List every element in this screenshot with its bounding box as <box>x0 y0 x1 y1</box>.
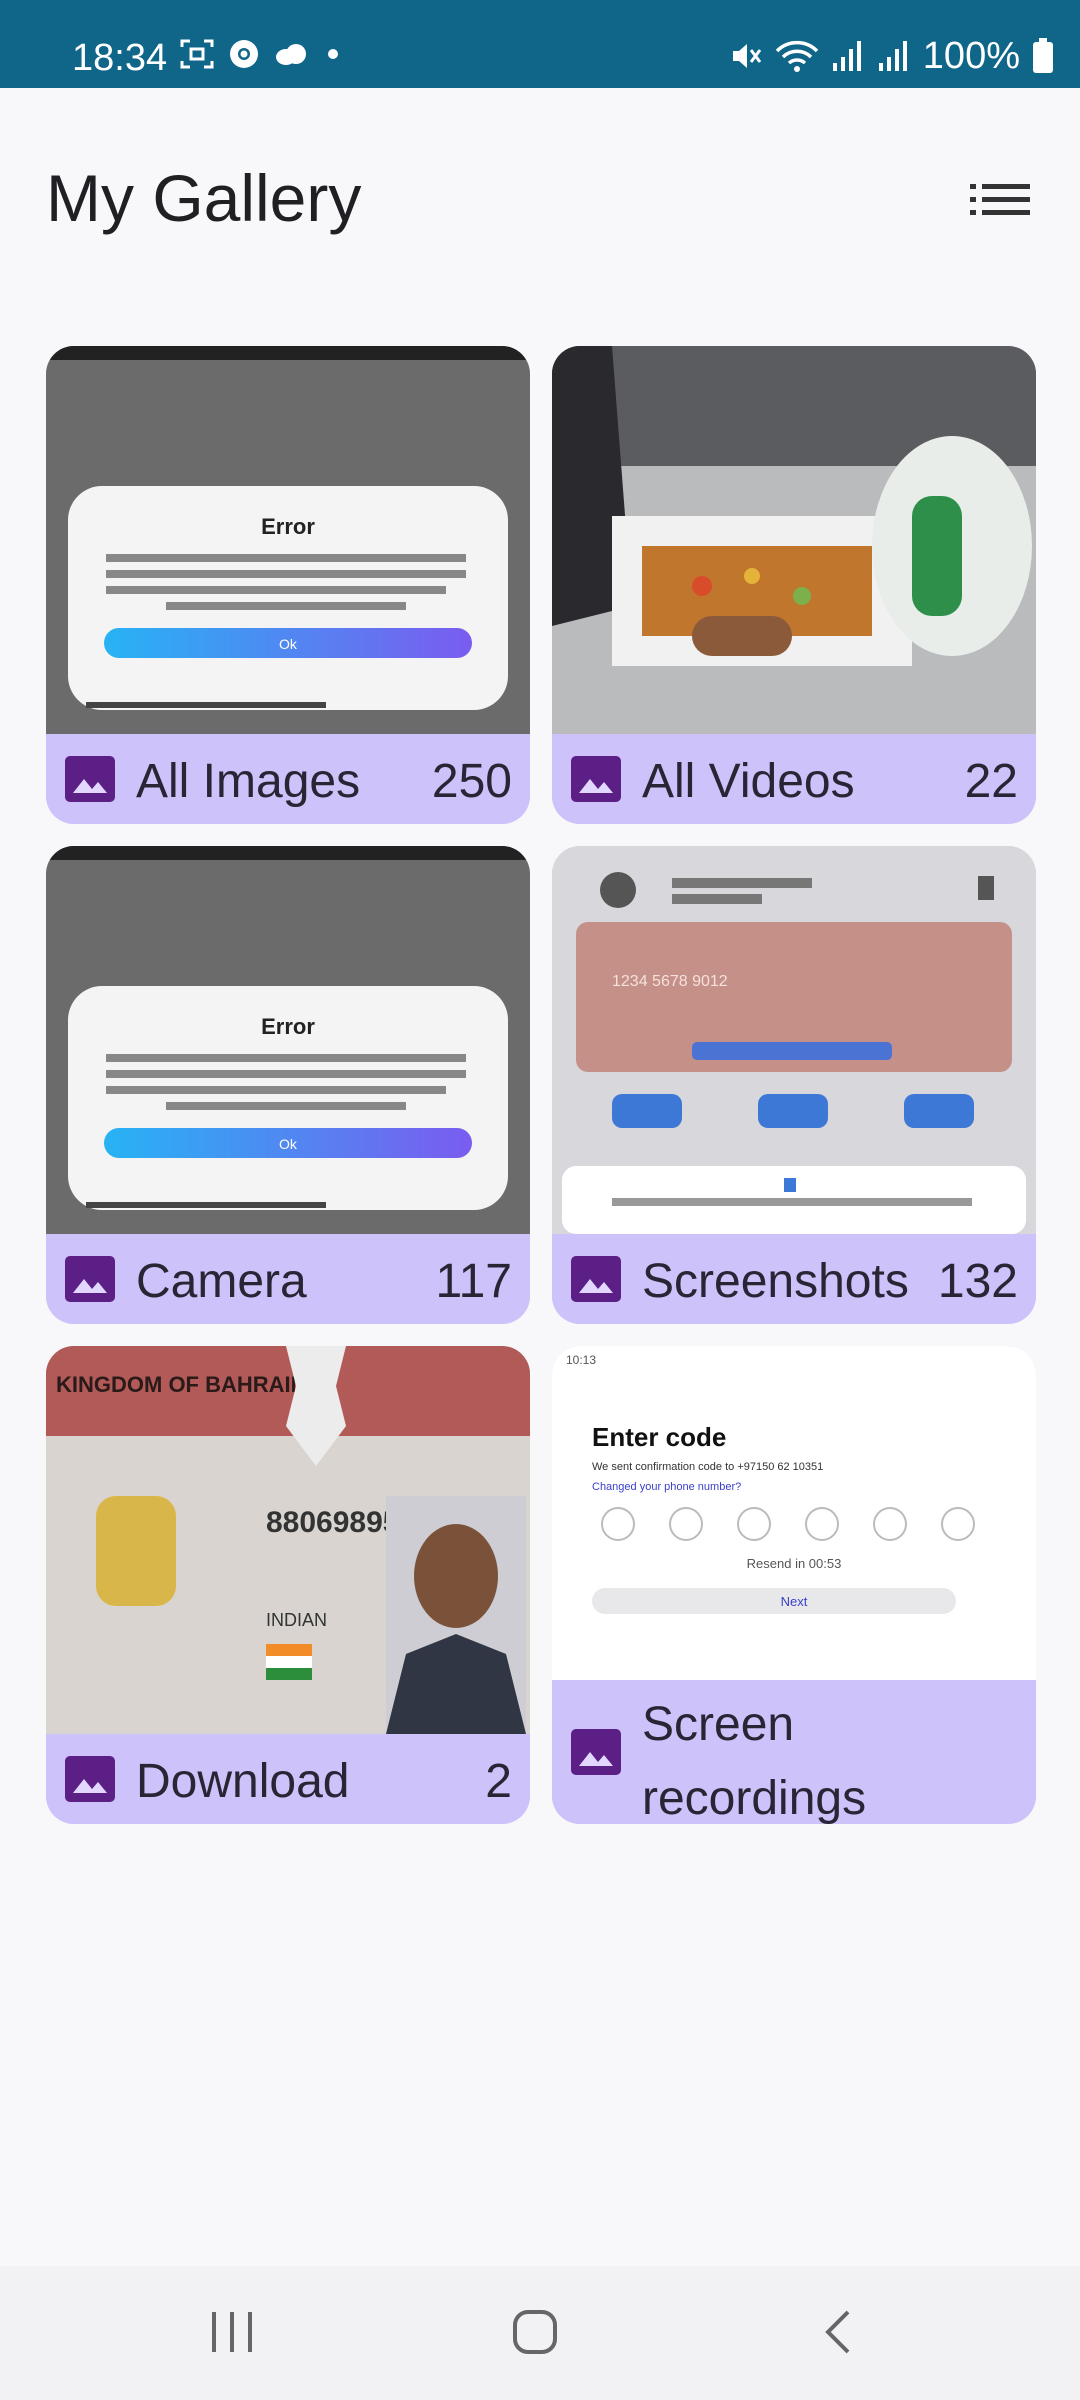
album-card-screen-recordings[interactable]: 10:13 Enter code We sent confirmation co… <box>552 1346 1036 1824</box>
error-dialog-button: Ok <box>279 1136 298 1152</box>
album-card-all-images[interactable]: Error Ok All Images 250 <box>46 346 530 824</box>
album-card-download[interactable]: KINGDOM OF BAHRAIN 880698950 INDIAN Down… <box>46 1346 530 1824</box>
album-name: Camera <box>136 1255 307 1308</box>
album-name: Screen recordings <box>642 1698 867 1824</box>
album-caption: Download 2 <box>46 1734 530 1824</box>
album-count: 2 <box>485 1755 512 1808</box>
navigation-bar <box>0 2266 1080 2400</box>
album-caption: All Videos 22 <box>552 734 1036 824</box>
error-dialog-button: Ok <box>279 636 298 652</box>
album-name: All Videos <box>642 755 855 808</box>
home-icon[interactable] <box>510 2308 560 2358</box>
album-thumbnail: 1234 5678 9012 <box>552 846 1036 1234</box>
album-name: Download <box>136 1755 350 1808</box>
album-caption: Screen recordings <box>552 1680 1036 1824</box>
image-icon <box>571 756 621 802</box>
enter-code-link: Changed your phone number? <box>592 1481 741 1493</box>
album-caption: Screenshots 132 <box>552 1234 1036 1324</box>
album-caption: Camera 117 <box>46 1234 530 1324</box>
id-card-nationality: INDIAN <box>266 1610 327 1630</box>
album-count: 250 <box>431 755 512 808</box>
image-icon <box>65 1256 115 1302</box>
album-thumbnail: 10:13 Enter code We sent confirmation co… <box>552 1346 1036 1734</box>
image-icon <box>65 756 115 802</box>
enter-code-title: Enter code <box>592 1422 726 1452</box>
image-icon <box>571 1256 621 1302</box>
album-thumbnail: Error Ok <box>46 846 530 1234</box>
album-count: 132 <box>937 1255 1018 1308</box>
album-count: 22 <box>964 755 1018 808</box>
album-card-all-videos[interactable]: All Videos 22 <box>552 346 1036 824</box>
recents-icon[interactable] <box>204 2308 260 2358</box>
error-dialog-title: Error <box>261 1014 315 1039</box>
image-icon <box>65 1756 115 1802</box>
album-thumbnail <box>552 346 1036 734</box>
album-grid: Error Ok All Images 250 All Videos 22 Er… <box>0 0 1080 2400</box>
album-name: Screenshots <box>642 1255 909 1308</box>
album-caption: All Images 250 <box>46 734 530 824</box>
album-name: All Images <box>136 755 361 808</box>
image-icon <box>571 1729 621 1775</box>
enter-code-next: Next <box>781 1594 808 1609</box>
enter-code-subtitle: We sent confirmation code to +97150 62 1… <box>592 1461 823 1473</box>
album-thumbnail: Error Ok <box>46 346 530 734</box>
back-icon[interactable] <box>818 2308 858 2358</box>
enter-code-resend: Resend in 00:53 <box>747 1556 842 1571</box>
album-count: 117 <box>435 1255 512 1308</box>
album-card-screenshots[interactable]: 1234 5678 9012 Screenshots 132 <box>552 846 1036 1324</box>
error-dialog-title: Error <box>261 514 315 539</box>
album-card-camera[interactable]: Error Ok Camera 117 <box>46 846 530 1324</box>
screenshot-card-number: 1234 5678 9012 <box>612 973 728 990</box>
recording-status-time: 10:13 <box>566 1353 596 1367</box>
album-thumbnail: KINGDOM OF BAHRAIN 880698950 INDIAN <box>46 1346 530 1734</box>
id-card-header: KINGDOM OF BAHRAIN <box>56 1372 307 1397</box>
